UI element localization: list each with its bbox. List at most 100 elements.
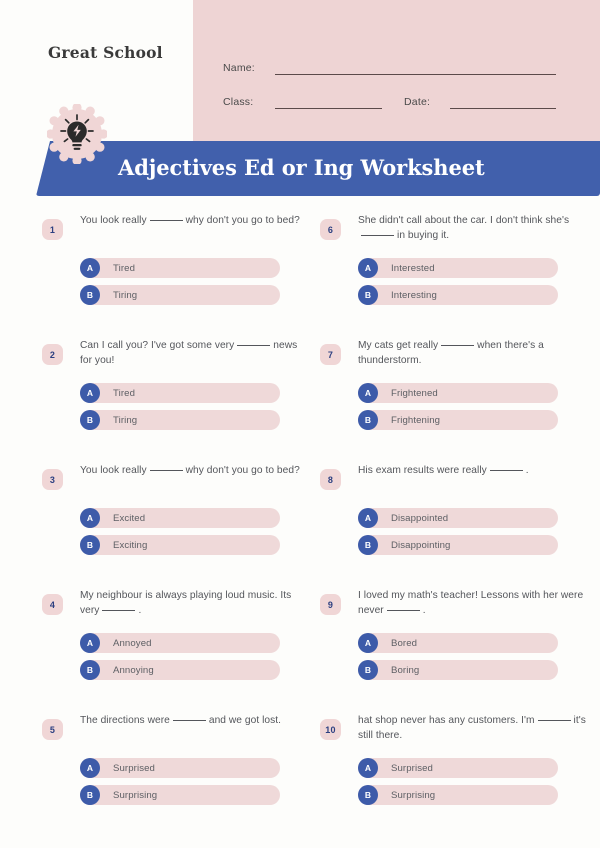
answer-blank-line[interactable] [361,235,394,236]
question-number-badge: 1 [42,219,63,240]
question-text: hat shop never has any customers. I'm it'… [358,713,586,743]
answer-option-a[interactable]: A Frightened [358,383,558,403]
worksheet-page: Great School Name: Class: Date: Adjectiv… [0,0,600,848]
question-text-after-blank: . [138,605,142,616]
option-label: Disappointed [391,512,449,524]
question-text-after-blank: why don't you go to bed? [185,215,300,226]
answer-blank-line[interactable] [149,470,183,471]
answer-options: A Tired B Tiring [80,258,280,312]
question-text: The directions were and we got lost. [80,713,308,728]
question-number-badge: 4 [42,594,63,615]
answer-option-b[interactable]: B Boring [358,660,558,680]
question-text-after-blank: in buying it. [397,230,450,241]
option-label: Surprised [113,762,155,774]
date-field-line[interactable] [450,108,556,109]
question-text-before-blank: I loved my math's teacher! Lessons with … [358,590,584,616]
question-item: 6 She didn't call about the car. I don't … [320,213,590,338]
answer-option-a[interactable]: A Interested [358,258,558,278]
answer-options: A Bored B Boring [358,633,558,687]
question-text-after-blank: why don't you go to bed? [185,465,300,476]
question-item: 2 Can I call you? I've got some very news … [42,338,312,463]
answer-blank-line[interactable] [441,345,475,346]
answer-blank-line[interactable] [237,345,271,346]
option-label: Surprising [391,789,436,801]
answer-blank-line[interactable] [102,610,136,611]
question-number-badge: 9 [320,594,341,615]
answer-option-a[interactable]: A Tired [80,258,280,278]
question-item: 7 My cats get really when there's a thunde… [320,338,590,463]
answer-blank-line[interactable] [537,720,571,721]
question-text-after-blank: . [525,465,529,476]
question-item: 5 The directions were and we got lost. A Sur… [42,713,312,838]
questions-column-left: 1 You look really why don't you go to bed?… [42,213,312,838]
name-field-label: Name: [223,62,255,74]
option-label: Surprising [113,789,158,801]
option-key-badge: A [80,508,100,528]
question-text-before-blank: hat shop never has any customers. I'm [358,715,535,726]
answer-option-b[interactable]: B Tiring [80,285,280,305]
option-label: Disappointing [391,539,451,551]
question-item: 4 My neighbour is always playing loud mus… [42,588,312,713]
option-key-badge: B [80,410,100,430]
question-text: I loved my math's teacher! Lessons with … [358,588,586,618]
option-key-badge: A [358,508,378,528]
answer-option-a[interactable]: A Tired [80,383,280,403]
option-key-badge: B [80,285,100,305]
date-field-label: Date: [404,96,431,108]
option-key-badge: B [358,410,378,430]
question-text-before-blank: She didn't call about the car. I don't t… [358,215,570,226]
question-text: She didn't call about the car. I don't t… [358,213,586,243]
option-label: Annoyed [113,637,152,649]
question-text: Can I call you? I've got some very news f… [80,338,308,368]
answer-options: A Interested B Interesting [358,258,558,312]
option-label: Tiring [113,289,138,301]
questions-column-right: 6 She didn't call about the car. I don't … [320,213,590,838]
answer-blank-line[interactable] [489,470,523,471]
question-number-badge: 8 [320,469,341,490]
answer-option-b[interactable]: B Annoying [80,660,280,680]
option-key-badge: A [80,633,100,653]
answer-option-a[interactable]: A Surprised [358,758,558,778]
answer-option-b[interactable]: B Surprising [358,785,558,805]
question-text: My cats get really when there's a thunder… [358,338,586,368]
answer-options: A Frightened B Frightening [358,383,558,437]
question-text-before-blank: My neighbour is always playing loud musi… [80,590,292,616]
answer-option-a[interactable]: A Annoyed [80,633,280,653]
answer-option-a[interactable]: A Disappointed [358,508,558,528]
question-item: 3 You look really why don't you go to bed?… [42,463,312,588]
option-key-badge: A [358,383,378,403]
answer-option-b[interactable]: B Surprising [80,785,280,805]
option-label: Exciting [113,539,148,551]
question-item: 1 You look really why don't you go to bed?… [42,213,312,338]
answer-option-a[interactable]: A Excited [80,508,280,528]
option-key-badge: B [358,785,378,805]
option-key-badge: A [80,758,100,778]
answer-option-a[interactable]: A Bored [358,633,558,653]
option-key-badge: A [358,758,378,778]
answer-blank-line[interactable] [172,720,206,721]
option-key-badge: A [80,258,100,278]
answer-option-b[interactable]: B Tiring [80,410,280,430]
question-item: 10 hat shop never has any customers. I'm i… [320,713,590,838]
option-label: Tired [113,262,136,274]
question-text-before-blank: You look really [80,215,147,226]
answer-option-b[interactable]: B Exciting [80,535,280,555]
question-text-before-blank: Can I call you? I've got some very [80,340,235,351]
answer-blank-line[interactable] [149,220,183,221]
school-name: Great School [48,43,163,62]
answer-option-b[interactable]: B Interesting [358,285,558,305]
lightbulb-lightning-badge-icon [47,104,107,164]
option-label: Boring [391,664,420,676]
answer-option-a[interactable]: A Surprised [80,758,280,778]
answer-options: A Disappointed B Disappointing [358,508,558,562]
class-field-line[interactable] [275,108,382,109]
option-label: Bored [391,637,418,649]
answer-blank-line[interactable] [386,610,420,611]
answer-options: A Surprised B Surprising [80,758,280,812]
question-item: 8 His exam results were really. A Disappoin… [320,463,590,588]
answer-option-b[interactable]: B Disappointing [358,535,558,555]
option-key-badge: A [80,383,100,403]
answer-option-b[interactable]: B Frightening [358,410,558,430]
name-field-line[interactable] [275,74,556,75]
option-label: Tiring [113,414,138,426]
